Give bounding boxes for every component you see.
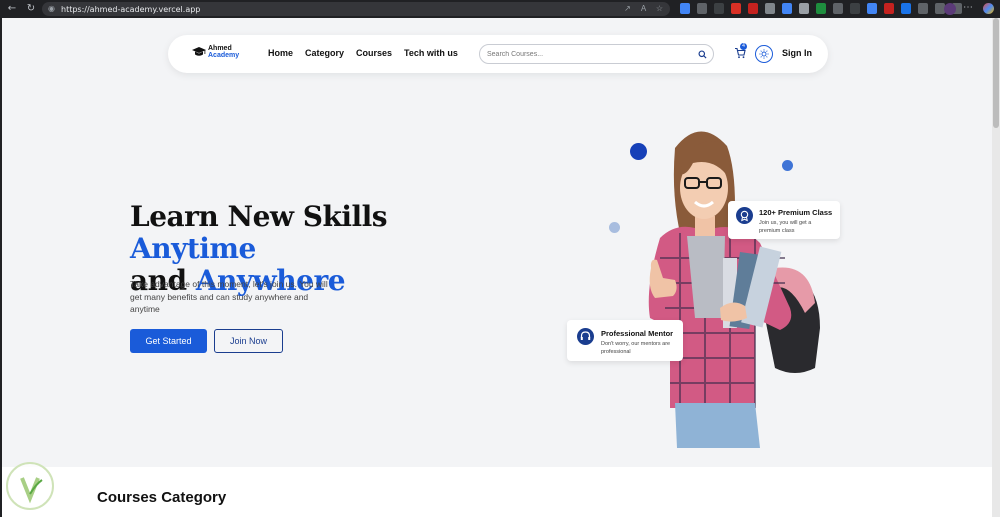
logo-line1: Ahmed [208,45,232,52]
nav-home[interactable]: Home [268,48,293,58]
browser-toolbar: ← ↻ ◉ https://ahmed-academy.vercel.app ↗… [0,0,1000,18]
search-box [479,44,714,64]
page: Ahmed Academy Home Category Courses Tech… [2,18,992,517]
extension-icon[interactable] [884,3,894,14]
scrollbar-thumb[interactable] [993,18,999,128]
extension-icon[interactable] [782,3,792,14]
extension-icon[interactable] [765,3,775,14]
courses-category-section: Courses Category [2,467,992,517]
sign-in-link[interactable]: Sign In [782,48,812,58]
card-title: Professional Mentor [601,329,674,338]
extension-icon[interactable] [714,3,724,14]
nav-courses[interactable]: Courses [356,48,392,58]
join-now-button[interactable]: Join Now [214,329,283,353]
read-aloud-icon[interactable]: A [639,4,648,13]
nav-tech-with-us[interactable]: Tech with us [404,48,458,58]
extension-icon[interactable] [748,3,758,14]
navbar: Ahmed Academy Home Category Courses Tech… [168,35,828,73]
nav-menu: Home Category Courses Tech with us [268,48,458,58]
search-input[interactable] [487,50,687,58]
nav-category[interactable]: Category [305,48,344,58]
hero-title-text: Learn New Skills [130,200,388,233]
more-menu-icon[interactable]: ⋯ [963,2,973,13]
extension-icon[interactable] [833,3,843,14]
logo-line2: Academy [208,52,240,59]
extension-icon[interactable] [680,3,690,14]
address-bar[interactable]: ◉ https://ahmed-academy.vercel.app ↗ A ☆ [42,2,670,16]
reload-icon[interactable]: ↻ [24,2,38,16]
extension-icon[interactable] [697,3,707,14]
extension-icon[interactable] [731,3,741,14]
section-heading: Courses Category [97,489,227,506]
sun-icon [759,49,769,59]
extension-icon[interactable] [901,3,911,14]
theme-toggle-button[interactable] [755,45,773,63]
premium-class-card: 120+ Premium Class Join us, you will get… [728,201,840,239]
logo[interactable]: Ahmed Academy [192,45,239,59]
hero-subtitle: Take advantage of this moment, let's joi… [130,279,328,314]
hero-title-highlight: Anytime [130,232,256,265]
card-description: Don't worry, our mentors are professiona… [601,341,671,355]
watermark-logo [6,462,54,510]
puzzle-icon[interactable] [918,3,928,14]
favorite-star-icon[interactable]: ☆ [655,4,664,13]
extension-icon[interactable] [867,3,877,14]
student-illustration [648,131,820,448]
extension-icon[interactable] [799,3,809,14]
extensions-bar [680,3,962,14]
get-started-button[interactable]: Get Started [130,329,207,353]
page-scrollbar[interactable] [992,18,1000,517]
search-icon[interactable] [698,50,707,59]
card-title: 120+ Premium Class [759,208,833,217]
headset-icon [577,328,594,345]
graduation-cap-icon [192,47,206,56]
card-description: Join us, you will get a premium class [759,220,812,234]
open-in-app-icon[interactable]: ↗ [623,4,632,13]
extension-icon[interactable] [816,3,826,14]
award-badge-icon [736,207,753,224]
site-info-icon[interactable]: ◉ [48,4,58,14]
extension-icon[interactable] [850,3,860,14]
url-text[interactable]: https://ahmed-academy.vercel.app [61,5,200,14]
professional-mentor-card: Professional Mentor Don't worry, our men… [567,320,683,361]
back-icon[interactable]: ← [5,2,19,16]
profile-avatar[interactable] [944,3,956,15]
cart-count-badge: 4 [740,43,747,50]
assistant-icon[interactable] [983,3,994,14]
